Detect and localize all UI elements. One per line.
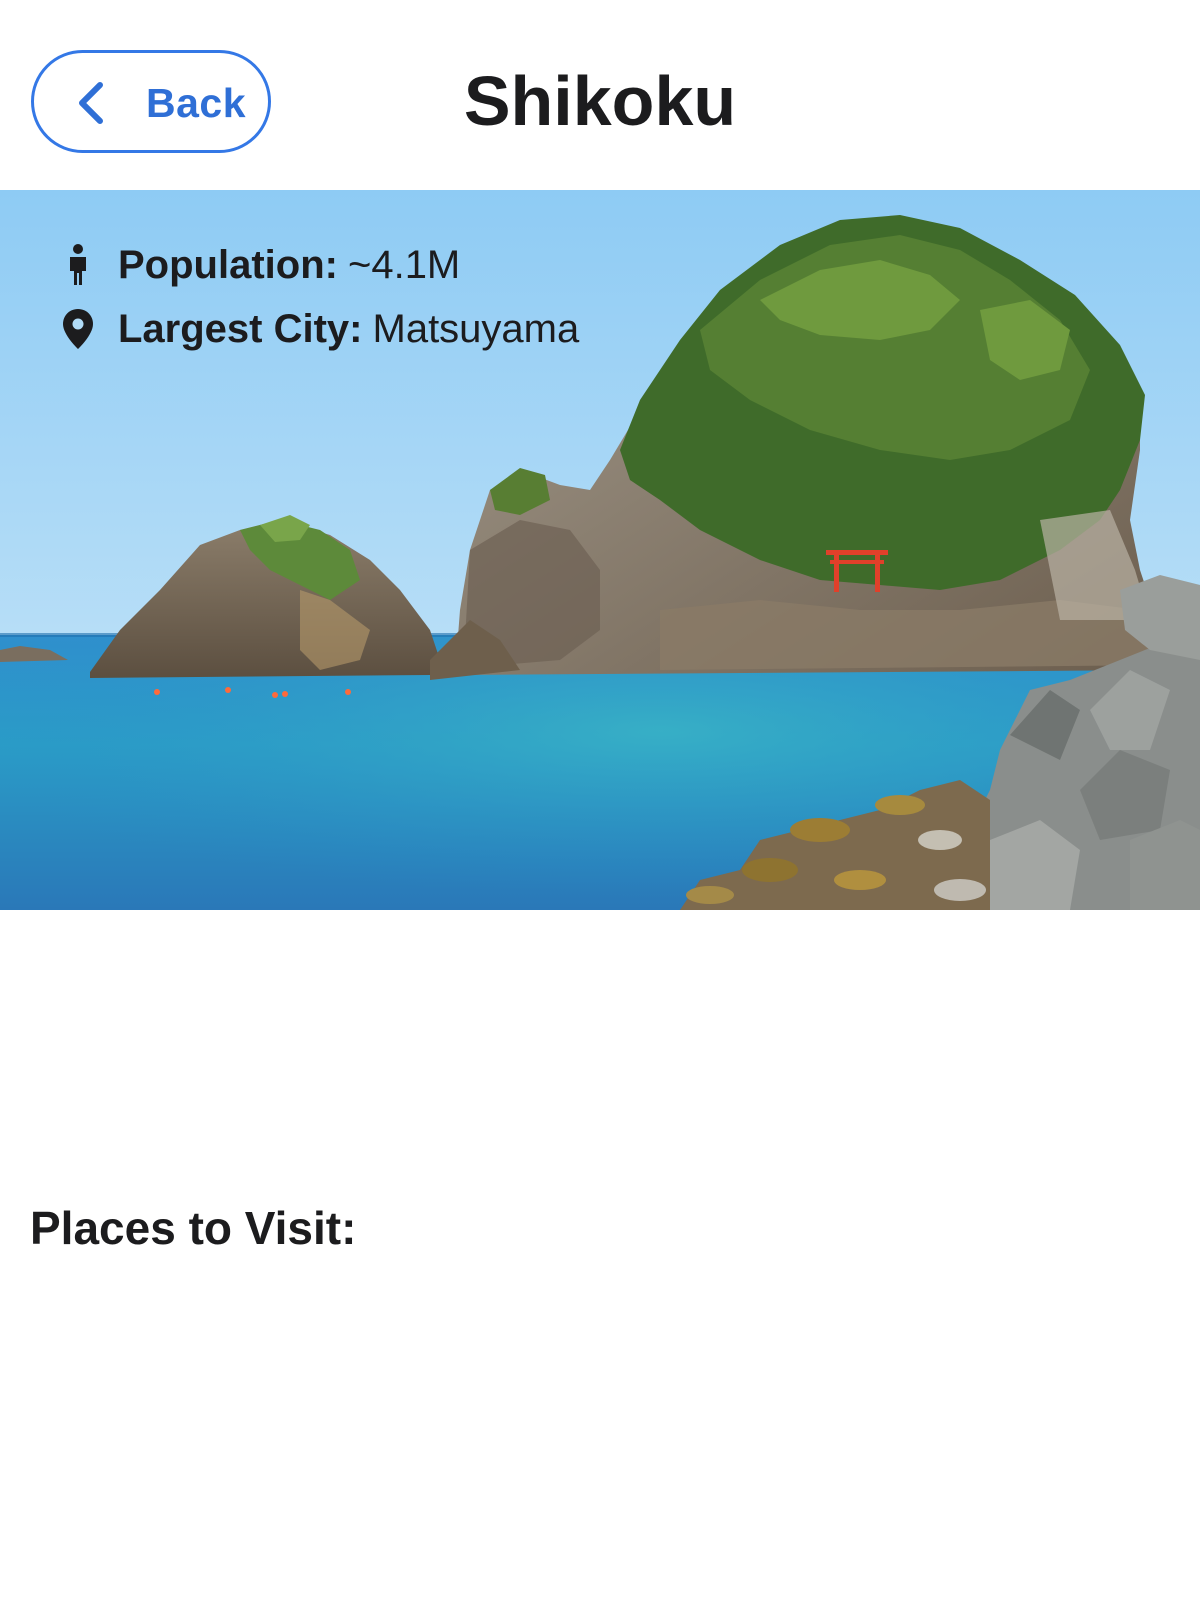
hero-image: Population: ~4.1M Largest City: Matsuyam… (0, 190, 1200, 910)
map-pin-icon (63, 309, 93, 349)
page-title: Shikoku (463, 62, 737, 140)
largest-city-label: Largest City: (118, 307, 363, 351)
places-to-visit-heading: Places to Visit: (30, 1202, 357, 1254)
largest-city-value: Matsuyama (372, 307, 580, 351)
population-label: Population: (118, 243, 338, 287)
largest-city-row: Largest City: Matsuyama (60, 304, 579, 354)
person-icon (70, 244, 86, 285)
population-row: Population: ~4.1M (60, 240, 460, 290)
nav-header: Back Shikoku (0, 0, 1200, 190)
coast-photo (0, 190, 1200, 910)
population-value: ~4.1M (347, 243, 461, 287)
